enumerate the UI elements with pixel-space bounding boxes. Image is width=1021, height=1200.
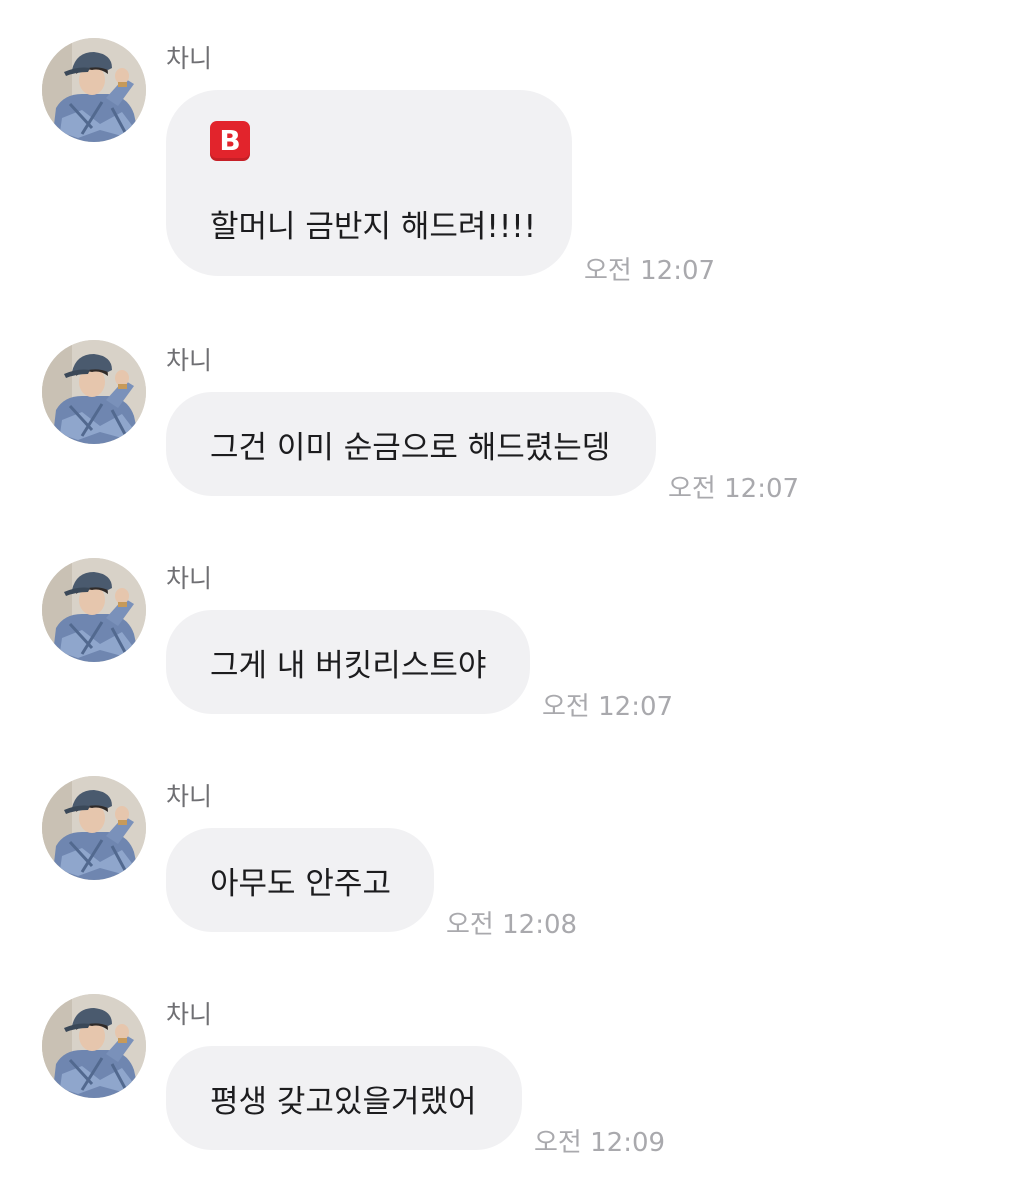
message-bubble[interactable]: B 할머니 금반지 해드려!!!! bbox=[166, 90, 572, 276]
sender-name: 차니 bbox=[166, 782, 213, 811]
message-text: 그게 내 버킷리스트야 bbox=[210, 647, 487, 684]
chat-message: 차니 B 할머니 금반지 해드려!!!! 오전 12:07 bbox=[0, 38, 1021, 288]
message-time: 오전 12:07 bbox=[668, 474, 800, 504]
avatar[interactable] bbox=[42, 994, 146, 1098]
avatar-photo bbox=[42, 776, 146, 880]
message-time: 오전 12:07 bbox=[584, 256, 716, 286]
message-text: 아무도 안주고 bbox=[210, 865, 391, 902]
message-time: 오전 12:09 bbox=[534, 1128, 666, 1158]
message-text: 그건 이미 순금으로 해드렸는뎅 bbox=[210, 429, 611, 466]
sender-name: 차니 bbox=[166, 346, 213, 375]
message-text: 평생 갖고있을거랬어 bbox=[210, 1083, 477, 1120]
emoji-letter: B bbox=[219, 124, 241, 157]
sender-name: 차니 bbox=[166, 44, 213, 73]
avatar[interactable] bbox=[42, 776, 146, 880]
sender-name: 차니 bbox=[166, 1000, 213, 1029]
chat-message: 차니 그게 내 버킷리스트야 오전 12:07 bbox=[0, 558, 1021, 728]
chat-message: 차니 평생 갖고있을거랬어 오전 12:09 bbox=[0, 994, 1021, 1164]
sender-name: 차니 bbox=[166, 564, 213, 593]
message-bubble[interactable]: 그게 내 버킷리스트야 bbox=[166, 610, 530, 714]
chat-message: 차니 그건 이미 순금으로 해드렸는뎅 오전 12:07 bbox=[0, 340, 1021, 510]
chat-message: 차니 아무도 안주고 오전 12:08 bbox=[0, 776, 1021, 946]
message-bubble[interactable]: 평생 갖고있을거랬어 bbox=[166, 1046, 522, 1150]
avatar[interactable] bbox=[42, 38, 146, 142]
message-text: 할머니 금반지 해드려!!!! bbox=[210, 208, 537, 245]
avatar-photo bbox=[42, 558, 146, 662]
avatar-photo bbox=[42, 340, 146, 444]
message-bubble[interactable]: 아무도 안주고 bbox=[166, 828, 434, 932]
avatar-photo bbox=[42, 38, 146, 142]
avatar[interactable] bbox=[42, 558, 146, 662]
avatar[interactable] bbox=[42, 340, 146, 444]
b-button-emoji-icon: B bbox=[210, 120, 250, 161]
message-time: 오전 12:08 bbox=[446, 910, 578, 940]
avatar-photo bbox=[42, 994, 146, 1098]
message-time: 오전 12:07 bbox=[542, 692, 674, 722]
message-bubble[interactable]: 그건 이미 순금으로 해드렸는뎅 bbox=[166, 392, 656, 496]
